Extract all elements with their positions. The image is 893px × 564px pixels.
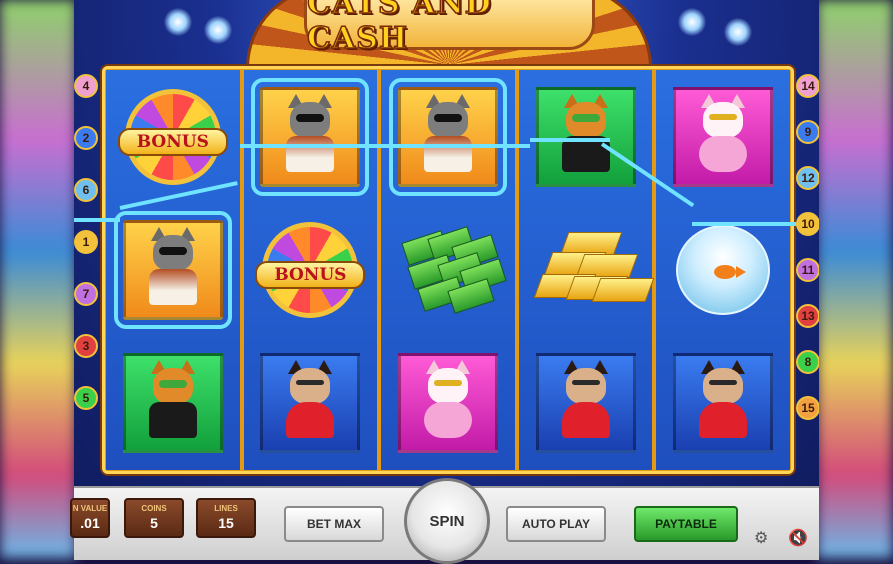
gray-cat-tile	[251, 77, 370, 196]
payline-badge[interactable]: 15	[796, 396, 819, 420]
bonus-wheel-icon: BONUS	[255, 221, 366, 318]
coins-label: COINS	[141, 504, 167, 513]
spotlight	[678, 8, 706, 36]
blurred-background-right	[817, 0, 893, 558]
payline-badge[interactable]: 12	[796, 166, 819, 190]
coin-value: .01	[80, 515, 100, 531]
cash-stack-icon	[400, 226, 507, 314]
gold-bars-icon	[533, 228, 654, 312]
reel-cell: BONUS	[244, 203, 378, 336]
reel-5	[656, 70, 790, 470]
bet-max-button[interactable]: BET MAX	[284, 506, 384, 542]
fluffy-cat-tile	[673, 86, 774, 187]
gray-cat-tile	[113, 210, 232, 329]
reel-4	[518, 70, 654, 470]
control-bar: N VALUE .01 COINS 5 LINES 15 BET MAX SPI…	[70, 478, 819, 564]
payline-badge[interactable]: 9	[796, 120, 819, 144]
spotlight	[724, 18, 752, 46]
gray-cat-tile	[388, 77, 507, 196]
lady-cat-tile	[673, 353, 774, 454]
blurred-background-left	[0, 0, 76, 558]
payline-segment	[530, 138, 610, 142]
reel-cell: BONUS	[106, 70, 240, 203]
payline-badge[interactable]: 6	[74, 178, 98, 202]
payline-badge[interactable]: 1	[74, 230, 98, 254]
payline-segment	[240, 144, 530, 148]
fluffy-cat-tile	[397, 353, 498, 454]
payline-badge[interactable]: 7	[74, 282, 98, 306]
lady-cat-tile	[535, 353, 636, 454]
coin-value-display[interactable]: N VALUE .01	[70, 498, 110, 538]
reel-cell	[381, 70, 515, 203]
payline-segment	[692, 222, 802, 226]
paytable-button[interactable]: PAYTABLE	[634, 506, 738, 542]
payline-badge[interactable]: 2	[74, 126, 98, 150]
reel-cell	[381, 203, 515, 336]
coins-value: 5	[150, 515, 158, 531]
lines-value: 15	[218, 515, 234, 531]
game-title: CATS AND CASH	[306, 0, 492, 57]
reel-cell	[519, 337, 653, 470]
lines-display[interactable]: LINES 15	[196, 498, 256, 538]
reel-cell	[244, 337, 378, 470]
bonus-wheel-icon: BONUS	[117, 88, 228, 185]
lines-label: LINES	[214, 504, 238, 513]
game-logo: CATS AND CASH	[304, 0, 595, 57]
tabby-cat-tile	[535, 86, 636, 187]
fishbowl-icon	[676, 224, 771, 315]
tabby-cat-tile	[122, 353, 223, 454]
gear-icon[interactable]: ⚙	[754, 528, 768, 548]
reel-3	[381, 70, 515, 470]
gray-cat-art	[282, 93, 338, 172]
reels-grid: BONUS BONUS	[106, 70, 790, 470]
coins-display[interactable]: COINS 5	[124, 498, 184, 538]
reel-cell	[519, 70, 653, 203]
reel-cell	[656, 70, 790, 203]
reel-2: BONUS	[243, 70, 378, 470]
fluffy-cat-art	[695, 93, 751, 172]
speaker-muted-icon[interactable]: 🔇	[788, 528, 808, 548]
reel-1: BONUS	[106, 70, 240, 470]
payline-badge[interactable]: 4	[74, 74, 98, 98]
gray-cat-art	[420, 93, 476, 172]
tabby-cat-art	[558, 93, 614, 172]
payline-badge[interactable]: 5	[74, 386, 98, 410]
coin-value-label: N VALUE	[72, 504, 108, 513]
payline-badge[interactable]: 10	[796, 212, 819, 236]
lady-cat-art	[282, 360, 338, 439]
reel-cell	[244, 70, 378, 203]
payline-badge[interactable]: 14	[796, 74, 819, 98]
spotlight	[164, 8, 192, 36]
reel-cell	[106, 203, 240, 336]
payline-badge[interactable]: 3	[74, 334, 98, 358]
payline-badge[interactable]: 11	[796, 258, 819, 282]
lady-cat-tile	[260, 353, 361, 454]
payline-badge[interactable]: 8	[796, 350, 819, 374]
reel-cell	[106, 337, 240, 470]
fluffy-cat-art	[420, 360, 476, 439]
spin-button[interactable]: SPIN	[404, 478, 490, 564]
reel-cell	[381, 337, 515, 470]
lady-cat-art	[695, 360, 751, 439]
reel-cell	[656, 337, 790, 470]
payline-badge[interactable]: 13	[796, 304, 819, 328]
game-stage: CATS AND CASH BONUS BONUS 4 2 6 1 7 3 5 14 9 12 10…	[74, 0, 819, 558]
auto-play-button[interactable]: AUTO PLAY	[506, 506, 606, 542]
spotlight	[204, 16, 232, 44]
bonus-label: BONUS	[255, 260, 366, 289]
lady-cat-art	[558, 360, 614, 439]
reel-cell	[519, 203, 654, 336]
gray-cat-art	[145, 226, 201, 305]
tabby-cat-art	[145, 360, 201, 439]
payline-segment	[74, 218, 120, 222]
reel-frame: BONUS BONUS	[74, 66, 802, 474]
bonus-label: BONUS	[117, 127, 228, 156]
